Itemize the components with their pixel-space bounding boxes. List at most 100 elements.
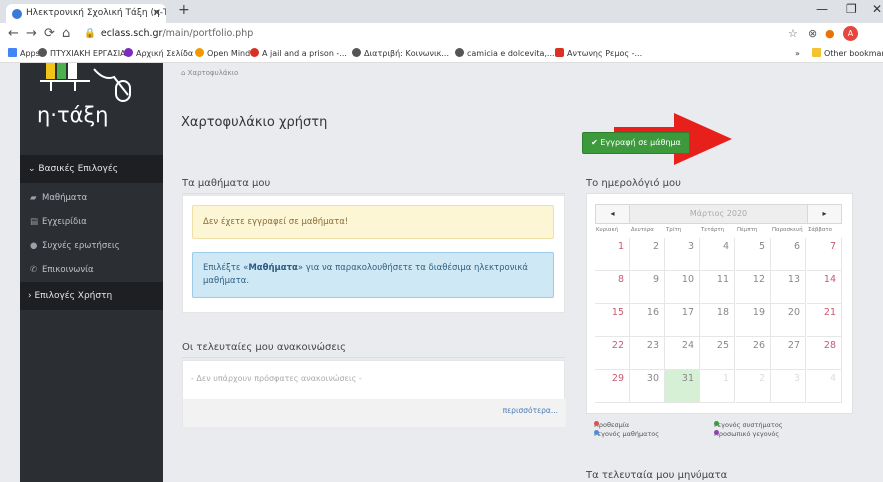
calendar-day-cell[interactable]: 21 <box>807 304 842 337</box>
legend-item: Προθεσμία <box>594 421 630 429</box>
calendar-title: Το ημερολόγιό μου <box>586 178 681 189</box>
calendar-day-cell[interactable]: 4 <box>807 370 842 403</box>
bookmark-item[interactable]: ΠΤΥΧΙΑΚΗ ΕΡΓΑΣΙΑ <box>38 48 126 60</box>
calendar-legend: Προθεσμία Γεγονός συστήματος Γεγονός μαθήμ… <box>594 421 854 443</box>
calendar-day-cell[interactable]: 2 <box>630 238 665 271</box>
url-field[interactable]: 🔒 eclass.sch.gr/main/portfolio.php <box>84 27 253 41</box>
calendar-day-cell[interactable]: 18 <box>700 304 735 337</box>
site-icon <box>250 48 259 57</box>
home-icon[interactable]: ⌂ <box>62 26 70 42</box>
bookmark-item[interactable]: Αρχική Σελίδα <box>124 48 193 60</box>
address-bar: ← → ⟳ ⌂ 🔒 eclass.sch.gr/main/portfolio.ph… <box>0 23 883 45</box>
calendar-day-cell[interactable]: 16 <box>630 304 665 337</box>
logo[interactable]: η·τάξη <box>20 63 163 153</box>
calendar-day-cell[interactable]: 11 <box>700 271 735 304</box>
other-bookmarks[interactable]: Other bookmarks <box>812 48 883 60</box>
window-close-button[interactable]: ✕ <box>872 2 882 16</box>
calendar-day-cell[interactable]: 17 <box>665 304 700 337</box>
forward-icon[interactable]: → <box>26 26 37 42</box>
new-tab-button[interactable]: + <box>178 2 190 18</box>
calendar-day-cell[interactable]: 27 <box>771 337 806 370</box>
browser-tab[interactable]: Ηλεκτρονική Σχολική Τάξη (η-Τάξη) ✕ <box>6 4 166 23</box>
calendar-weekday: Σάββατο <box>808 227 832 233</box>
profile-avatar[interactable]: A <box>843 26 858 41</box>
sidebar-item-faq[interactable]: ● Συχνές ερωτήσεις <box>20 234 163 258</box>
extension-2-icon[interactable]: ● <box>825 27 835 41</box>
calendar-day-cell[interactable]: 30 <box>630 370 665 403</box>
document-icon: ▤ <box>30 217 39 227</box>
tab-title: Ηλεκτρονική Σχολική Τάξη (η-Τάξη) <box>26 8 166 18</box>
graduation-cap-icon: ▰ <box>30 193 37 203</box>
more-link[interactable]: περισσότερα... <box>503 406 558 415</box>
calendar-day-cell[interactable]: 23 <box>630 337 665 370</box>
calendar-day-cell[interactable]: 12 <box>736 271 771 304</box>
calendar-day-cell[interactable]: 15 <box>595 304 630 337</box>
calendar-day-cell[interactable]: 24 <box>665 337 700 370</box>
home-icon: ⌂ <box>181 69 188 77</box>
calendar-day-cell[interactable]: 5 <box>736 238 771 271</box>
bookmark-item[interactable]: Διατριβή: Κοινωνικ... <box>352 48 449 60</box>
calendar-day-cell[interactable]: 4 <box>700 238 735 271</box>
legend-dot-icon <box>714 430 719 435</box>
calendar-day-cell[interactable]: 6 <box>771 238 806 271</box>
calendar-day-cell[interactable]: 10 <box>665 271 700 304</box>
back-icon[interactable]: ← <box>8 26 19 42</box>
calendar-weekday: Δευτέρα <box>631 227 654 233</box>
sidebar-item-contact[interactable]: ✆ Επικοινωνία <box>20 258 163 282</box>
calendar-widget: ◂ Μάρτιος 2020 ▸ Κυριακή Δευτέρα Τρίτη Τετά… <box>586 193 853 414</box>
calendar-day-cell[interactable]: 22 <box>595 337 630 370</box>
more-bookmarks-button[interactable]: » <box>795 48 800 60</box>
calendar-day-cell[interactable]: 25 <box>700 337 735 370</box>
announcements-empty: - Δεν υπάρχουν πρόσφατες ανακοινώσεις - <box>191 374 362 383</box>
chevron-down-icon: ⌄ <box>28 164 39 174</box>
site-favicon-icon <box>12 9 22 19</box>
calendar-day-cell[interactable]: 7 <box>807 238 842 271</box>
calendar-weekday: Πέμπτη <box>737 227 758 233</box>
calendar-day-cell[interactable]: 1 <box>700 370 735 403</box>
announcements-footer: περισσότερα... <box>183 399 566 427</box>
courses-link[interactable]: Μαθήματα <box>248 263 298 273</box>
legend-item: Προσωπικό γεγονός <box>714 430 780 438</box>
calendar-day-cell[interactable]: 1 <box>595 238 630 271</box>
calendar-day-cell[interactable]: 29 <box>595 370 630 403</box>
apps-grid-icon <box>8 48 17 57</box>
calendar-day-cell[interactable]: 19 <box>736 304 771 337</box>
menu-section-user[interactable]: › Επιλογές Χρήστη <box>20 282 163 310</box>
calendar-day-cell[interactable]: 2 <box>736 370 771 403</box>
globe-icon <box>455 48 464 57</box>
announcements-title: Οι τελευταίες μου ανακοινώσεις <box>182 342 346 353</box>
menu-section-basic[interactable]: ⌄ Βασικές Επιλογές <box>20 155 163 183</box>
calendar-day-cell[interactable]: 14 <box>807 271 842 304</box>
enroll-course-button[interactable]: ✔ Εγγραφή σε μάθημα <box>582 132 690 154</box>
calendar-prev-button[interactable]: ◂ <box>596 205 630 223</box>
site-icon <box>195 48 204 57</box>
bookmark-apps[interactable]: Apps <box>8 48 40 60</box>
calendar-next-button[interactable]: ▸ <box>807 205 841 223</box>
bookmark-star-icon[interactable]: ☆ <box>788 27 798 41</box>
bookmark-item[interactable]: Αντωνης Ρεμος -... <box>555 48 642 60</box>
question-icon: ● <box>30 241 38 251</box>
calendar-header: ◂ Μάρτιος 2020 ▸ <box>595 204 842 224</box>
bookmark-item[interactable]: Open Mind <box>195 48 250 60</box>
bookmark-item[interactable]: camicia e dolcevita,... <box>455 48 555 60</box>
calendar-weekday: Κυριακή <box>596 227 619 233</box>
youtube-icon <box>555 48 564 57</box>
calendar-day-cell[interactable]: 8 <box>595 271 630 304</box>
bookmark-item[interactable]: A jail and a prison -... <box>250 48 347 60</box>
reload-icon[interactable]: ⟳ <box>44 26 55 42</box>
breadcrumb[interactable]: ⌂ Χαρτοφυλάκιο <box>181 69 238 77</box>
calendar-day-cell[interactable]: 13 <box>771 271 806 304</box>
extension-icon[interactable]: ⊗ <box>808 27 817 41</box>
sidebar-item-courses[interactable]: ▰ Μαθήματα <box>20 186 163 210</box>
tab-close-icon[interactable]: ✕ <box>153 4 161 23</box>
calendar-day-cell[interactable]: 3 <box>771 370 806 403</box>
calendar-day-cell[interactable]: 9 <box>630 271 665 304</box>
calendar-day-cell[interactable]: 20 <box>771 304 806 337</box>
minimize-button[interactable]: — <box>816 2 828 16</box>
calendar-day-cell[interactable]: 28 <box>807 337 842 370</box>
calendar-day-cell[interactable]: 26 <box>736 337 771 370</box>
calendar-day-cell[interactable]: 3 <box>665 238 700 271</box>
sidebar-item-manuals[interactable]: ▤ Εγχειρίδια <box>20 210 163 234</box>
maximize-button[interactable]: ❐ <box>846 2 857 16</box>
calendar-day-cell[interactable]: 31 <box>665 370 700 403</box>
